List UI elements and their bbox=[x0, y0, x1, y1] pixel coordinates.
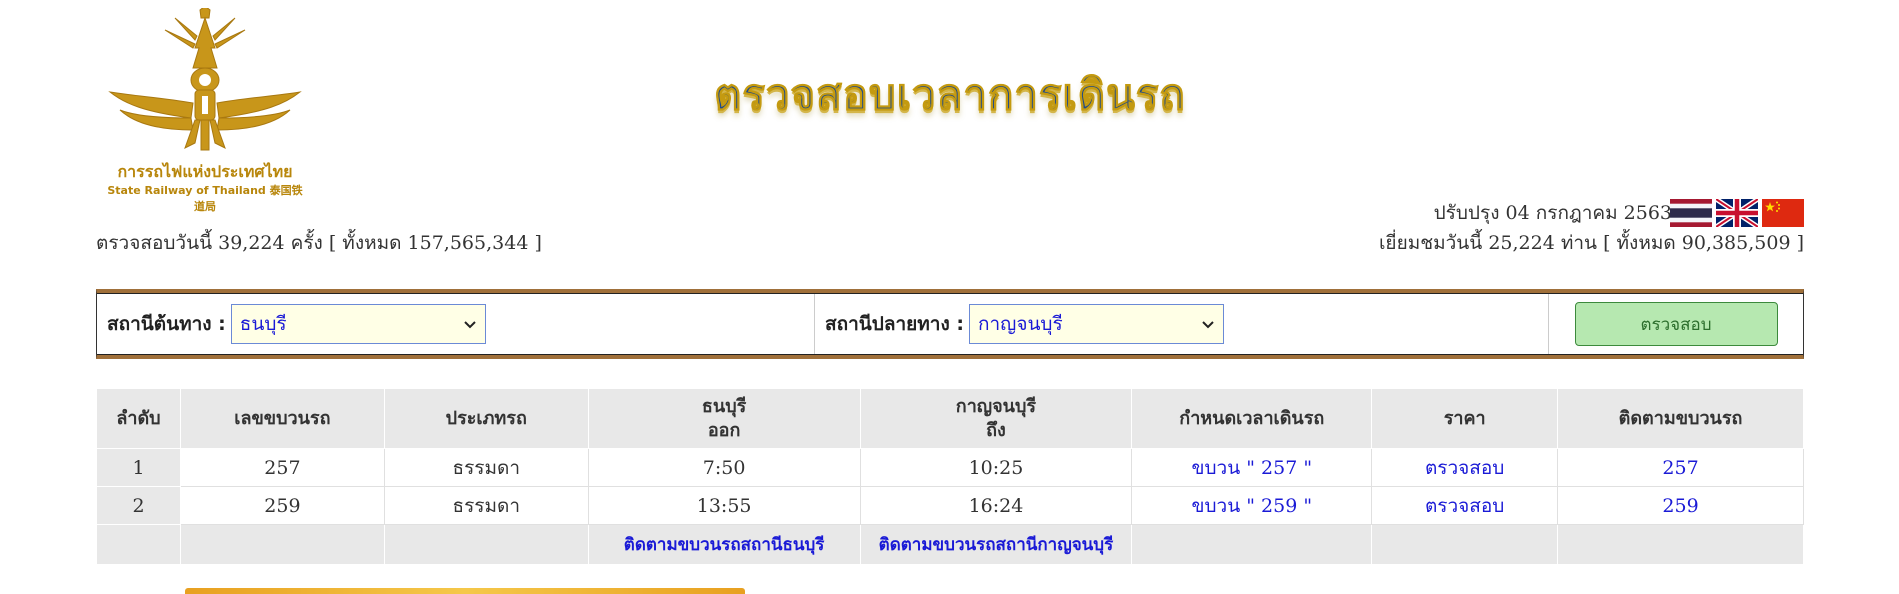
header-track: ติดตามขบวนรถ bbox=[1557, 388, 1804, 449]
row-track-cell: 257 bbox=[1557, 448, 1804, 487]
row-price-cell: ตรวจสอบ bbox=[1371, 486, 1559, 525]
check-button[interactable]: ตรวจสอบ bbox=[1574, 302, 1778, 346]
origin-station-label: สถานีต้นทาง : bbox=[107, 313, 226, 335]
origin-cell: สถานีต้นทาง : ธนบุรี bbox=[97, 294, 815, 354]
header-price: ราคา bbox=[1371, 388, 1559, 449]
china-flag-icon[interactable] bbox=[1762, 199, 1804, 227]
footer-empty bbox=[96, 524, 181, 565]
footer-empty bbox=[179, 524, 385, 565]
uk-flag-icon[interactable] bbox=[1716, 199, 1758, 227]
header-train-no: เลขขบวนรถ bbox=[179, 388, 385, 449]
chevron-down-icon bbox=[1202, 321, 1214, 329]
row-train-no: 259 bbox=[179, 486, 385, 525]
check-button-cell: ตรวจสอบ bbox=[1549, 294, 1803, 354]
header-dest-sub: ถึง bbox=[986, 419, 1006, 441]
table-footer-row: ติดตามขบวนรถสถานีธนบุรี ติดตามขบวนรถสถาน… bbox=[96, 524, 1804, 565]
row-train-type: ธรรมดา bbox=[383, 448, 589, 487]
destination-station-select[interactable]: กาญจนบุรี bbox=[968, 304, 1224, 344]
table-row: 2 259 ธรรมดา 13:55 16:24 ขบวน " 259 " ตร… bbox=[96, 486, 1804, 525]
price-check-link[interactable]: ตรวจสอบ bbox=[1425, 457, 1504, 479]
price-check-link[interactable]: ตรวจสอบ bbox=[1425, 495, 1504, 517]
footer-empty bbox=[1131, 524, 1373, 565]
row-no: 2 bbox=[96, 486, 181, 525]
chevron-down-icon bbox=[464, 321, 476, 329]
row-schedule-cell: ขบวน " 259 " bbox=[1131, 486, 1373, 525]
header-origin-station: ธนบุรี bbox=[701, 395, 747, 417]
srt-logo: การรถไฟแห่งประเทศไทย State Railway of Th… bbox=[105, 5, 305, 213]
language-flags bbox=[1670, 199, 1804, 227]
header-origin-depart: ธนบุรี ออก bbox=[587, 388, 861, 449]
row-train-type: ธรรมดา bbox=[383, 486, 589, 525]
destination-cell: สถานีปลายทาง : กาญจนบุรี bbox=[815, 294, 1549, 354]
track-train-link[interactable]: 257 bbox=[1662, 457, 1698, 479]
bottom-banner-edge bbox=[185, 588, 745, 594]
thai-flag-icon[interactable] bbox=[1670, 199, 1712, 227]
header-dest-station: กาญจนบุรี bbox=[955, 395, 1037, 417]
destination-station-value: กาญจนบุรี bbox=[977, 313, 1063, 335]
schedule-link[interactable]: ขบวน " 257 " bbox=[1192, 457, 1313, 479]
footer-empty bbox=[383, 524, 589, 565]
header-train-type: ประเภทรถ bbox=[383, 388, 589, 449]
footer-origin-cell: ติดตามขบวนรถสถานีธนบุรี bbox=[587, 524, 861, 565]
row-schedule-cell: ขบวน " 257 " bbox=[1131, 448, 1373, 487]
row-depart-time: 7:50 bbox=[587, 448, 861, 487]
destination-station-label: สถานีปลายทาง : bbox=[825, 313, 964, 335]
origin-station-value: ธนบุรี bbox=[239, 313, 287, 335]
header-no: ลำดับ bbox=[96, 388, 181, 449]
last-updated-text: ปรับปรุง 04 กรกฎาคม 2563 bbox=[1433, 202, 1672, 224]
footer-dest-cell: ติดตามขบวนรถสถานีกาญจนบุรี bbox=[859, 524, 1133, 565]
header-schedule: กำหนดเวลาเดินรถ bbox=[1131, 388, 1373, 449]
origin-station-select[interactable]: ธนบุรี bbox=[230, 304, 486, 344]
footer-empty bbox=[1371, 524, 1559, 565]
table-header-row: ลำดับ เลขขบวนรถ ประเภทรถ ธนบุรี ออก กาญจ… bbox=[96, 388, 1804, 449]
row-arrive-time: 16:24 bbox=[859, 486, 1133, 525]
timetable-results: ลำดับ เลขขบวนรถ ประเภทรถ ธนบุรี ออก กาญจ… bbox=[96, 388, 1804, 565]
srt-emblem-icon bbox=[108, 5, 302, 151]
row-price-cell: ตรวจสอบ bbox=[1371, 448, 1559, 487]
track-dest-station-link[interactable]: ติดตามขบวนรถสถานีกาญจนบุรี bbox=[879, 535, 1114, 555]
row-no: 1 bbox=[96, 448, 181, 487]
search-form: สถานีต้นทาง : ธนบุรี สถานีปลายทาง : กาญจ… bbox=[96, 289, 1804, 359]
header-dest-arrive: กาญจนบุรี ถึง bbox=[859, 388, 1133, 449]
track-origin-station-link[interactable]: ติดตามขบวนรถสถานีธนบุรี bbox=[624, 535, 825, 555]
header-origin-sub: ออก bbox=[707, 419, 741, 441]
track-train-link[interactable]: 259 bbox=[1662, 495, 1698, 517]
footer-empty bbox=[1557, 524, 1804, 565]
schedule-link[interactable]: ขบวน " 259 " bbox=[1192, 495, 1313, 517]
check-count-stats: ตรวจสอบวันนี้ 39,224 ครั้ง [ ทั้งหมด 157… bbox=[96, 232, 542, 254]
logo-text-english: State Railway of Thailand 泰国铁道局 bbox=[107, 184, 303, 213]
row-track-cell: 259 bbox=[1557, 486, 1804, 525]
table-row: 1 257 ธรรมดา 7:50 10:25 ขบวน " 257 " ตรว… bbox=[96, 448, 1804, 487]
row-arrive-time: 10:25 bbox=[859, 448, 1133, 487]
visitor-count-stats: เยี่ยมชมวันนี้ 25,224 ท่าน [ ทั้งหมด 90,… bbox=[1378, 232, 1804, 254]
row-train-no: 257 bbox=[179, 448, 385, 487]
page-title: ตรวจสอบเวลาการเดินรถ bbox=[714, 70, 1186, 120]
row-depart-time: 13:55 bbox=[587, 486, 861, 525]
